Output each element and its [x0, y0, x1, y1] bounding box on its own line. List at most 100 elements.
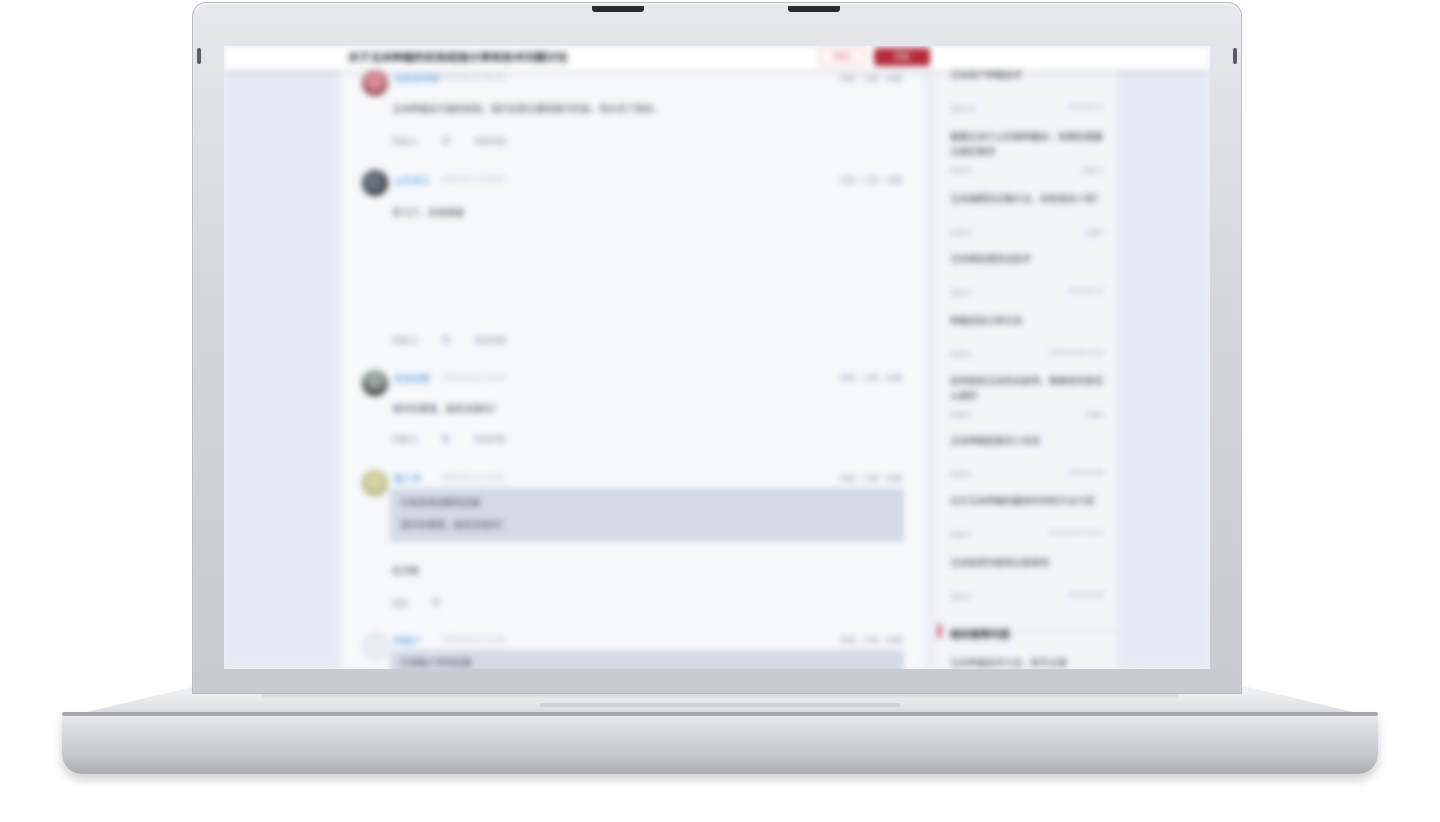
sidebar-meta-left: 阅读85 [950, 230, 972, 237]
sidebar-item[interactable]: 玉米施肥的正确方法，你知道多少呢？ 阅读85 回复7 [950, 192, 1104, 237]
quote-block: 引用路人甲的回复 [390, 650, 904, 669]
comment-username[interactable]: 青青田野 [394, 372, 430, 385]
sidebar-meta-right: 2019-03-11 [1068, 104, 1104, 111]
comment-username[interactable]: 种植户 [394, 634, 421, 647]
reply-link[interactable]: 回复(3) [392, 435, 418, 444]
sidebar-item-title[interactable]: 玉米病虫害防治技术 [950, 252, 1104, 267]
sidebar-item[interactable]: 玉米病虫害防治技术 阅读74 2019-03-10 [950, 252, 1104, 297]
comment-tools[interactable]: 举报 · 引用 · 收藏 [840, 73, 902, 84]
laptop-mockup: 农民张师傅 2019-03-12 08:25 举报 · 引用 · 收藏 玉米种植… [0, 0, 1440, 822]
comment-time: 2019-03-12 08:25 [442, 73, 506, 82]
sidebar-item[interactable]: 种植经验分享交流 阅读63 2019-03-09 15:20 [950, 314, 1104, 359]
quote-line: 请问在哪里，能告诉我吗？ [400, 520, 509, 530]
sidebar-item[interactable]: 玉米种植密度多少合适 阅读42 2019-03-08 [950, 434, 1104, 479]
sidebar-section-title: 相关推荐内容 [950, 630, 1010, 641]
page-title: 关于玉米种植的实际经验分享和技术问题讨论 [348, 52, 568, 64]
like-link[interactable]: 赞 [442, 137, 450, 146]
reply-link[interactable]: 回复(2) [392, 336, 418, 345]
reply-button[interactable]: 回复 [874, 48, 930, 66]
sidebar-item-meta: 阅读63 2019-03-09 15:20 [950, 350, 1104, 360]
like-link[interactable]: 赞 [442, 336, 450, 345]
sidebar-meta-right: 回复5 [1086, 412, 1104, 419]
sidebar-item-meta: 阅读42 2019-03-08 [950, 470, 1104, 480]
sidebar-item-title[interactable]: 如何提高玉米的出苗率，看看老农是怎么做的 [950, 374, 1104, 404]
sidebar-item[interactable]: 如何提高玉米的出苗率，看看老农是怎么做的 阅读51 回复5 [950, 374, 1104, 419]
comment-tools[interactable]: 举报 · 引用 · 收藏 [840, 473, 902, 484]
avatar[interactable] [362, 370, 388, 396]
laptop-base-edge [62, 712, 1378, 774]
comment-time: 2019-03-12 11:02 [442, 635, 505, 644]
sidebar-meta-right: 2019-03-06 [1068, 592, 1104, 599]
comment-actions: 回复 赞 [392, 598, 462, 609]
laptop-lid: 农民张师傅 2019-03-12 08:25 举报 · 引用 · 收藏 玉米种植… [192, 2, 1242, 694]
collapse-link[interactable]: 收起回复 [474, 137, 506, 146]
avatar[interactable] [362, 632, 390, 660]
avatar[interactable] [362, 70, 388, 96]
comment-item: 青青田野 2019-03-12 10:03 举报 · 引用 · 收藏 请问在哪里… [342, 368, 922, 458]
reply-link[interactable]: 回复(1) [392, 137, 418, 146]
page-gutter-right [1118, 46, 1210, 669]
quote-block: 引用青青田野的回复 请问在哪里，能告诉我吗？ [390, 488, 904, 542]
comment-time: 2019-03-12 10:03 [442, 373, 506, 382]
sidebar-item-meta: 阅读74 2019-03-10 [950, 288, 1104, 298]
sidebar-meta-left: 阅读51 [950, 412, 972, 419]
page-gutter-left [224, 46, 338, 669]
like-link[interactable]: 赞 [442, 435, 450, 444]
sidebar-meta-right: 回复12 [1082, 168, 1104, 175]
sidebar-meta-left: 阅读29 [950, 594, 972, 601]
sidebar-item[interactable]: 北方玉米种植的最佳时间和方法介绍 阅读37 2019-03-07 09:12 [950, 494, 1104, 539]
comment-username[interactable]: 山东老王 [394, 174, 430, 187]
sidebar-item[interactable]: 玉米高产种植技术 阅读128 2019-03-11 [950, 68, 1104, 113]
comment-tools[interactable]: 举报 · 引用 · 收藏 [840, 175, 902, 186]
follow-button[interactable]: 关注 [818, 48, 866, 66]
sidebar-meta-left: 阅读96 [950, 168, 972, 175]
sidebar-item-meta: 阅读29 2019-03-06 [950, 592, 1104, 602]
comment-item: 山东老王 2019-03-12 09:40 举报 · 引用 · 收藏 学习了，非… [342, 170, 922, 360]
sidebar-meta-right: 2019-03-09 15:20 [1048, 350, 1104, 357]
comment-text: 学习了，非常感谢 [392, 208, 465, 218]
comment-actions: 回复(1) 赞 收起回复 [392, 136, 528, 147]
sidebar-item[interactable]: 春播玉米什么时候种最好，有哪些需要注意的事项 阅读96 回复12 [950, 130, 1104, 175]
sidebar-meta-right: 2019-03-10 [1068, 288, 1104, 295]
blurred-webpage: 农民张师傅 2019-03-12 08:25 举报 · 引用 · 收藏 玉米种植… [224, 46, 1210, 669]
sidebar-section-text[interactable]: 玉米种植技术大全，新手必看 [950, 656, 1067, 669]
hinge-right [788, 6, 840, 12]
sidebar-meta-right: 2019-03-08 [1068, 470, 1104, 477]
comment-text: 在河南 [392, 566, 420, 576]
sidebar-item-title[interactable]: 玉米种植密度多少合适 [950, 434, 1104, 449]
trackpad-edge [540, 703, 900, 707]
sidebar-item-meta: 阅读128 2019-03-11 [950, 104, 1104, 114]
like-link[interactable]: 赞 [432, 599, 440, 608]
sticky-header: 关于玉米种植的实际经验分享和技术问题讨论 关注 回复 [224, 46, 1210, 70]
sidebar-item-meta: 阅读96 回复12 [950, 166, 1104, 176]
sidebar-meta-right: 2019-03-07 09:12 [1048, 530, 1104, 537]
reply-link[interactable]: 回复 [392, 599, 408, 608]
quote-line: 引用路人甲的回复 [400, 658, 473, 668]
comment-username[interactable]: 路人甲 [394, 472, 421, 485]
sidebar-item-meta: 阅读85 回复7 [950, 228, 1104, 238]
sidebar-item-title[interactable]: 北方玉米种植的最佳时间和方法介绍 [950, 494, 1104, 509]
comment-tools[interactable]: 举报 · 引用 · 收藏 [840, 635, 902, 646]
comment-tools[interactable]: 举报 · 引用 · 收藏 [840, 373, 902, 384]
sidebar-item-title[interactable]: 玉米除草剂使用注意事项 [950, 556, 1104, 571]
section-accent-bar [938, 624, 941, 638]
thread-column: 农民张师傅 2019-03-12 08:25 举报 · 引用 · 收藏 玉米种植… [342, 46, 922, 669]
sidebar-item-title[interactable]: 玉米高产种植技术 [950, 68, 1104, 83]
collapse-link[interactable]: 收起回复 [474, 336, 506, 345]
sidebar-item-title[interactable]: 玉米施肥的正确方法，你知道多少呢？ [950, 192, 1104, 207]
hinge-left [592, 6, 644, 12]
comment-actions: 回复(2) 赞 收起回复 [392, 335, 528, 346]
avatar[interactable] [362, 470, 388, 496]
sidebar-meta-left: 阅读74 [950, 290, 972, 297]
comment-time: 2019-03-12 09:40 [442, 175, 506, 184]
lid-clip-left [197, 48, 201, 64]
sidebar-item-title[interactable]: 种植经验分享交流 [950, 314, 1104, 329]
sidebar-item[interactable]: 玉米除草剂使用注意事项 阅读29 2019-03-06 [950, 556, 1104, 601]
comment-username[interactable]: 农民张师傅 [394, 72, 439, 85]
sidebar-item-title[interactable]: 春播玉米什么时候种最好，有哪些需要注意的事项 [950, 130, 1104, 160]
avatar[interactable] [362, 170, 388, 196]
collapse-link[interactable]: 收起回复 [474, 435, 506, 444]
lid-clip-right [1233, 48, 1237, 64]
comment-text: 玉米种植这方面的经验，我们这里主要是靠天吃饭，雨水多了就好。 [392, 104, 663, 114]
sidebar-item-meta: 阅读37 2019-03-07 09:12 [950, 530, 1104, 540]
